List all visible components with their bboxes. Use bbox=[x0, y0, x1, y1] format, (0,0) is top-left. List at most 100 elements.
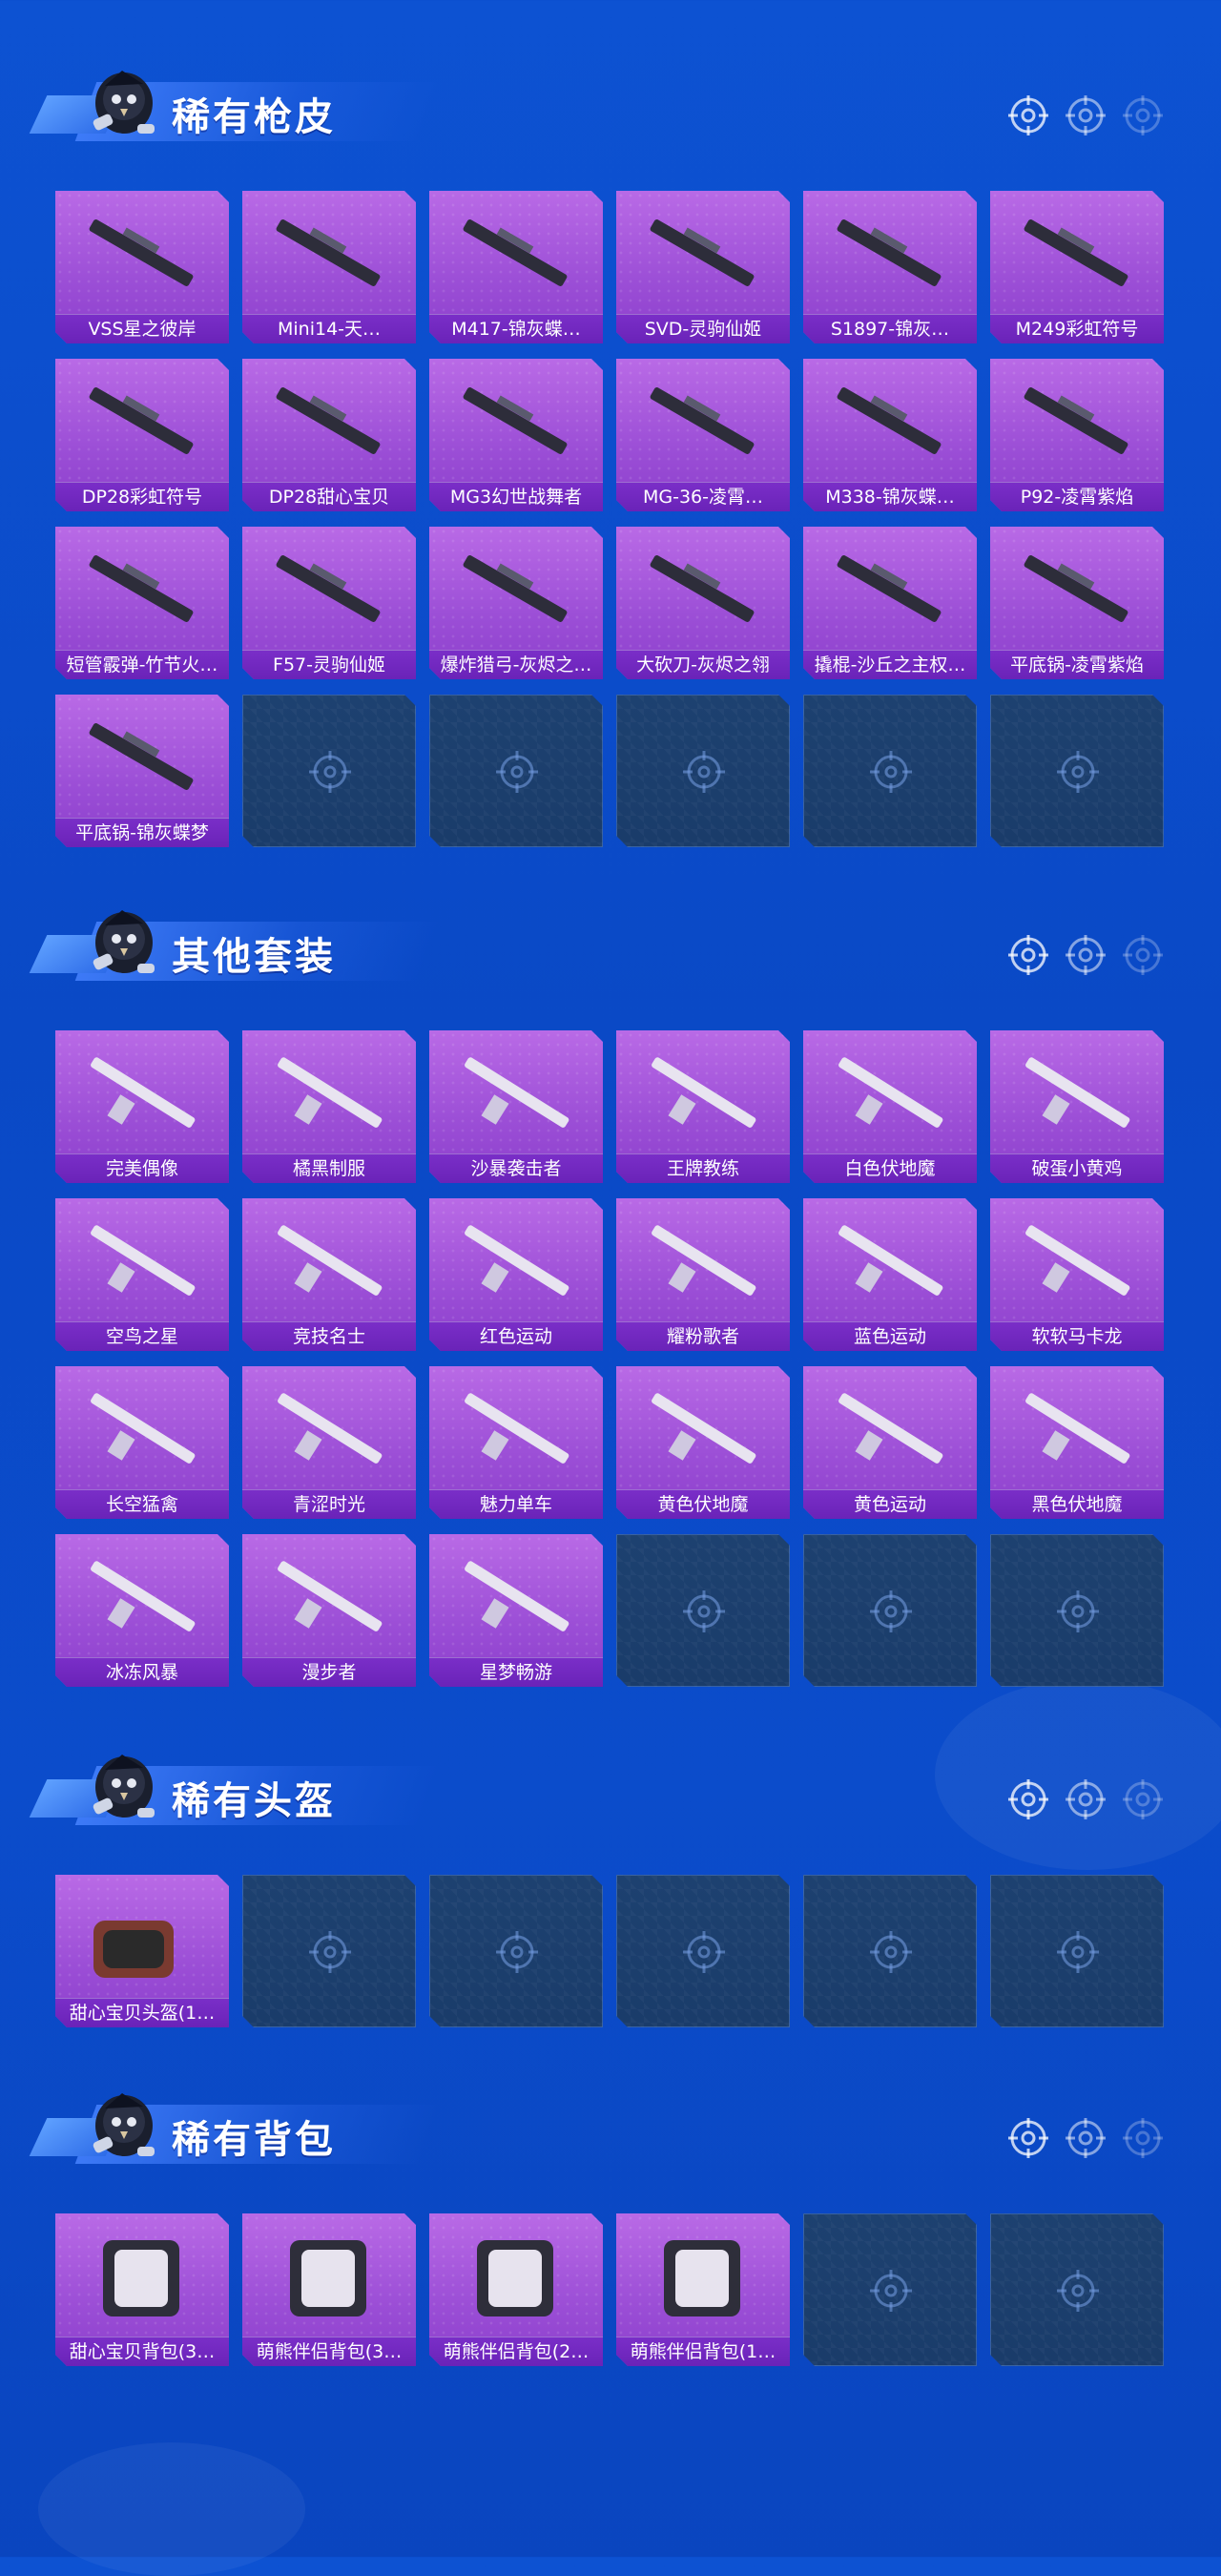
empty-slot bbox=[803, 695, 977, 847]
empty-slot bbox=[803, 1875, 977, 2027]
item-label: 白色伏地魔 bbox=[803, 1153, 977, 1183]
item-tile[interactable]: 爆炸猎弓-灰烬之… bbox=[429, 527, 603, 679]
item-image bbox=[252, 534, 406, 647]
item-tile[interactable]: 白色伏地魔 bbox=[803, 1030, 977, 1183]
item-tile[interactable]: 萌熊伴侣背包(2… bbox=[429, 2213, 603, 2366]
item-tile[interactable]: 沙暴袭击者 bbox=[429, 1030, 603, 1183]
item-label: SVD-灵驹仙姬 bbox=[616, 314, 790, 343]
item-tile[interactable]: 耀粉歌者 bbox=[616, 1198, 790, 1351]
item-tile[interactable]: 魅力单车 bbox=[429, 1366, 603, 1519]
item-grid: 完美偶像 橘黑制服 沙暴袭击者 王牌教练 白色伏地魔 破蛋小黄鸡空鸟之星 竞技名士 红色运动耀… bbox=[55, 1030, 1177, 1702]
item-tile[interactable]: 大砍刀-灰烬之翎 bbox=[616, 527, 790, 679]
item-tile[interactable]: 橘黑制服 bbox=[242, 1030, 416, 1183]
item-label: MG-36-凌霄… bbox=[616, 482, 790, 511]
item-tile[interactable]: SVD-灵驹仙姬 bbox=[616, 191, 790, 343]
item-tile[interactable]: 黄色伏地魔 bbox=[616, 1366, 790, 1519]
item-tile[interactable]: 青涩时光 bbox=[242, 1366, 416, 1519]
item-tile[interactable]: F57-灵驹仙姬 bbox=[242, 527, 416, 679]
crosshair-icon bbox=[493, 1928, 541, 1976]
item-image bbox=[439, 1542, 593, 1654]
item-label: 萌熊伴侣背包(1… bbox=[616, 2337, 790, 2366]
item-image bbox=[65, 198, 219, 311]
item-grid: 甜心宝贝头盔(1… bbox=[55, 1875, 1177, 2043]
crosshair-icon bbox=[867, 1588, 915, 1635]
item-image bbox=[1000, 1038, 1154, 1151]
empty-slot bbox=[990, 2213, 1164, 2366]
item-label: 长空猛禽 bbox=[55, 1489, 229, 1519]
item-tile[interactable]: 平底锅-锦灰蝶梦 bbox=[55, 695, 229, 847]
item-label: 红色运动 bbox=[429, 1321, 603, 1351]
item-tile[interactable]: 短管霰弹-竹节火… bbox=[55, 527, 229, 679]
item-image bbox=[626, 366, 780, 479]
item-image bbox=[813, 1374, 967, 1486]
chicken-mascot-icon bbox=[93, 2093, 155, 2156]
item-tile[interactable]: 长空猛禽 bbox=[55, 1366, 229, 1519]
item-tile[interactable]: 甜心宝贝背包(3… bbox=[55, 2213, 229, 2366]
item-tile[interactable]: 黑色伏地魔 bbox=[990, 1366, 1164, 1519]
item-image bbox=[65, 366, 219, 479]
item-tile[interactable]: 甜心宝贝头盔(1… bbox=[55, 1875, 229, 2027]
item-image bbox=[252, 1038, 406, 1151]
item-image bbox=[813, 534, 967, 647]
item-tile[interactable]: 撬棍-沙丘之主权… bbox=[803, 527, 977, 679]
item-tile[interactable]: DP28甜心宝贝 bbox=[242, 359, 416, 511]
item-label: 黑色伏地魔 bbox=[990, 1489, 1164, 1519]
item-image bbox=[1000, 198, 1154, 311]
item-tile[interactable]: MG-36-凌霄… bbox=[616, 359, 790, 511]
crosshair-icon bbox=[1054, 1588, 1102, 1635]
section-header: 稀有背包 bbox=[29, 2080, 1192, 2175]
item-tile[interactable]: S1897-锦灰… bbox=[803, 191, 977, 343]
item-tile[interactable]: 冰冻风暴 bbox=[55, 1534, 229, 1687]
crosshair-icon bbox=[680, 1928, 728, 1976]
item-image bbox=[1000, 1206, 1154, 1319]
item-tile[interactable]: 黄色运动 bbox=[803, 1366, 977, 1519]
item-label: 青涩时光 bbox=[242, 1489, 416, 1519]
item-tile[interactable]: MG3幻世战舞者 bbox=[429, 359, 603, 511]
item-image bbox=[65, 1374, 219, 1486]
item-label: 星梦畅游 bbox=[429, 1657, 603, 1687]
crosshair-icon bbox=[306, 1928, 354, 1976]
empty-slot bbox=[990, 1534, 1164, 1687]
item-tile[interactable]: M338-锦灰蝶… bbox=[803, 359, 977, 511]
item-label: 橘黑制服 bbox=[242, 1153, 416, 1183]
item-image bbox=[65, 1542, 219, 1654]
item-tile[interactable]: VSS星之彼岸 bbox=[55, 191, 229, 343]
item-tile[interactable]: P92-凌霄紫焰 bbox=[990, 359, 1164, 511]
item-tile[interactable]: 漫步者 bbox=[242, 1534, 416, 1687]
item-tile[interactable]: M417-锦灰蝶… bbox=[429, 191, 603, 343]
item-label: DP28甜心宝贝 bbox=[242, 482, 416, 511]
item-image bbox=[626, 1038, 780, 1151]
chicken-mascot-icon bbox=[93, 1755, 155, 1818]
item-tile[interactable]: 蓝色运动 bbox=[803, 1198, 977, 1351]
item-tile[interactable]: 星梦畅游 bbox=[429, 1534, 603, 1687]
item-tile[interactable]: 王牌教练 bbox=[616, 1030, 790, 1183]
item-tile[interactable]: 平底锅-凌霄紫焰 bbox=[990, 527, 1164, 679]
item-label: M338-锦灰蝶… bbox=[803, 482, 977, 511]
item-label: M417-锦灰蝶… bbox=[429, 314, 603, 343]
crosshair-icon bbox=[1008, 95, 1163, 135]
item-tile[interactable]: Mini14-天… bbox=[242, 191, 416, 343]
item-image bbox=[439, 534, 593, 647]
crosshair-icon bbox=[1054, 748, 1102, 796]
item-image bbox=[65, 2221, 219, 2334]
item-tile[interactable]: DP28彩虹符号 bbox=[55, 359, 229, 511]
empty-slot bbox=[616, 1875, 790, 2027]
item-tile[interactable]: 破蛋小黄鸡 bbox=[990, 1030, 1164, 1183]
item-label: 平底锅-凌霄紫焰 bbox=[990, 650, 1164, 679]
item-label: 爆炸猎弓-灰烬之… bbox=[429, 650, 603, 679]
item-tile[interactable]: 空鸟之星 bbox=[55, 1198, 229, 1351]
item-image bbox=[65, 1038, 219, 1151]
item-tile[interactable]: 萌熊伴侣背包(3… bbox=[242, 2213, 416, 2366]
item-tile[interactable]: 竞技名士 bbox=[242, 1198, 416, 1351]
crosshair-icon bbox=[1008, 935, 1163, 975]
item-grid: VSS星之彼岸 Mini14-天… M417-锦灰蝶… SVD-灵驹仙姬 S1897-锦… bbox=[55, 191, 1177, 862]
item-tile[interactable]: M249彩虹符号 bbox=[990, 191, 1164, 343]
item-label: 空鸟之星 bbox=[55, 1321, 229, 1351]
empty-slot bbox=[242, 695, 416, 847]
item-tile[interactable]: 萌熊伴侣背包(1… bbox=[616, 2213, 790, 2366]
item-tile[interactable]: 完美偶像 bbox=[55, 1030, 229, 1183]
item-label: VSS星之彼岸 bbox=[55, 314, 229, 343]
crosshair-icon bbox=[1054, 2267, 1102, 2315]
item-tile[interactable]: 软软马卡龙 bbox=[990, 1198, 1164, 1351]
item-tile[interactable]: 红色运动 bbox=[429, 1198, 603, 1351]
